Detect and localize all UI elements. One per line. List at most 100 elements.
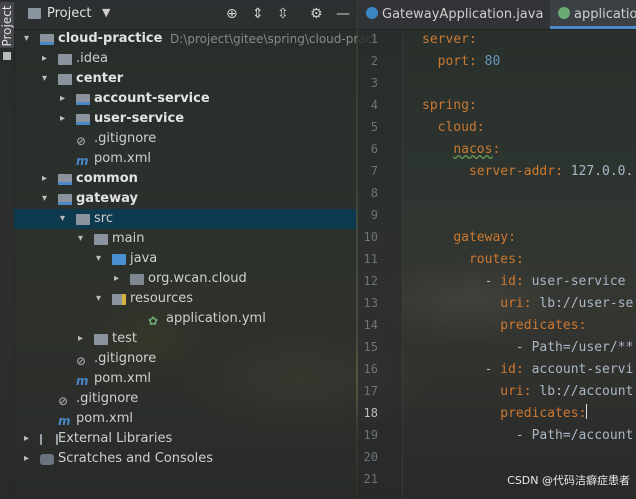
code-line: server: xyxy=(422,32,477,47)
line-number: 4 xyxy=(370,98,378,112)
folder-icon xyxy=(76,214,90,225)
line-number: 1 xyxy=(370,32,378,46)
tree-item[interactable]: ✿ application.yml xyxy=(14,309,356,329)
module-folder-icon xyxy=(76,94,90,105)
chevron-down-icon[interactable]: ▾ xyxy=(96,249,106,269)
code-line: port: 80 xyxy=(437,54,501,69)
tree-item[interactable]: ▾ center xyxy=(14,69,356,89)
chevron-down-icon[interactable]: ▾ xyxy=(42,69,52,89)
chevron-right-icon[interactable]: ▸ xyxy=(24,429,34,449)
structure-icon[interactable] xyxy=(3,52,11,60)
libraries-icon xyxy=(40,434,58,445)
code-line: - id: account-servi xyxy=(422,362,634,377)
folder-icon xyxy=(28,8,41,19)
maven-file-icon: m xyxy=(76,374,89,388)
tree-item[interactable]: ⊘ .gitignore xyxy=(14,349,356,369)
tree-item[interactable]: ▾ resources xyxy=(14,289,356,309)
minimize-icon[interactable]: — xyxy=(336,6,350,22)
tree-item[interactable]: ▾ main xyxy=(14,229,356,249)
line-number: 11 xyxy=(363,252,378,266)
tree-item[interactable]: ▸ common xyxy=(14,169,356,189)
code-line: server-addr: 127.0.0. xyxy=(468,164,634,179)
line-number: 20 xyxy=(363,450,378,464)
tree-item-label: resources xyxy=(130,291,194,306)
tree-item-label: cloud-practice xyxy=(58,31,163,46)
code-line: - id: user-service xyxy=(422,274,626,289)
gitignore-file-icon: ⊘ xyxy=(76,354,87,368)
tree-item[interactable]: ⊘ .gitignore xyxy=(14,129,356,149)
code-line: cloud: xyxy=(437,120,485,135)
line-number: 6 xyxy=(370,142,378,156)
chevron-down-icon[interactable]: ▾ xyxy=(42,189,52,209)
line-number: 9 xyxy=(370,208,378,222)
editor-panel: GatewayApplication.java× application 123… xyxy=(358,0,636,499)
line-number: 13 xyxy=(363,296,378,310)
line-number: 10 xyxy=(363,230,378,244)
tree-item[interactable]: ▾ java xyxy=(14,249,356,269)
tree-item[interactable]: ▸ account-service xyxy=(14,89,356,109)
chevron-right-icon[interactable]: ▸ xyxy=(60,89,70,109)
line-number: 7 xyxy=(370,164,378,178)
tree-item-label: .gitignore xyxy=(94,131,157,146)
module-folder-icon xyxy=(58,194,72,205)
tree-item-label: center xyxy=(76,71,124,86)
tree-item[interactable]: ▸ .idea xyxy=(14,49,356,69)
chevron-down-icon[interactable]: ▾ xyxy=(96,289,106,309)
tree-item[interactable]: ▸ org.wcan.cloud xyxy=(14,269,356,289)
code-line: - Path=/user/** xyxy=(515,340,634,355)
tree-item[interactable]: ▸ test xyxy=(14,329,356,349)
chevron-down-icon[interactable]: ▾ xyxy=(60,209,70,229)
code-line: routes: xyxy=(468,252,524,267)
tree-item[interactable]: ▸ Scratches and Consoles xyxy=(14,449,356,469)
yaml-file-icon: ✿ xyxy=(148,314,159,328)
code-area[interactable]: server: port: 80 spring: cloud: nacos: se… xyxy=(422,29,636,499)
chevron-right-icon[interactable]: ▸ xyxy=(24,449,34,469)
tree-item[interactable]: ▾ cloud-practice D:\project\gitee\spring\c… xyxy=(14,29,377,49)
chevron-right-icon[interactable]: ▸ xyxy=(60,109,70,129)
line-number: 18 xyxy=(363,406,378,420)
tree-item[interactable]: m pom.xml xyxy=(14,409,356,429)
tree-item[interactable]: ▸ user-service xyxy=(14,109,356,129)
class-icon xyxy=(366,7,378,19)
tree-item-label: .gitignore xyxy=(76,391,139,406)
tree-item[interactable]: ▸ External Libraries xyxy=(14,429,356,449)
expand-all-icon[interactable]: ⇕ xyxy=(252,6,264,22)
tree-item-label: application.yml xyxy=(166,311,266,326)
source-folder-icon xyxy=(112,254,126,265)
code-line: uri: lb://account xyxy=(500,384,634,399)
tree-item[interactable]: ⊘ .gitignore xyxy=(14,389,356,409)
tab-gateway-application[interactable]: GatewayApplication.java× xyxy=(358,0,560,29)
chevron-right-icon[interactable]: ▸ xyxy=(78,329,88,349)
tree-item-label: Scratches and Consoles xyxy=(58,451,214,466)
gitignore-file-icon: ⊘ xyxy=(58,394,69,408)
project-panel-header: Project ▼ ⊕ ⇕ ⇳ ⚙ — xyxy=(14,0,356,30)
text-caret xyxy=(586,404,588,419)
maven-file-icon: m xyxy=(58,414,71,428)
tree-item-label: common xyxy=(76,171,138,186)
chevron-down-icon[interactable]: ▼ xyxy=(102,6,110,19)
code-line: spring: xyxy=(422,98,477,113)
collapse-all-icon[interactable]: ⇳ xyxy=(277,6,289,22)
chevron-down-icon[interactable]: ▾ xyxy=(78,229,88,249)
tree-item-label: main xyxy=(112,231,145,246)
tab-label: application xyxy=(574,7,636,22)
project-path: D:\project\gitee\spring\cloud-pract xyxy=(170,32,377,46)
resources-folder-icon xyxy=(112,294,126,305)
tree-item[interactable]: ▾ src xyxy=(14,209,356,229)
line-number: 12 xyxy=(363,274,378,288)
tree-item[interactable]: m pom.xml xyxy=(14,369,356,389)
project-tool-tab[interactable]: Project xyxy=(0,2,14,48)
chevron-right-icon[interactable]: ▸ xyxy=(114,269,124,289)
gitignore-file-icon: ⊘ xyxy=(76,134,87,148)
chevron-down-icon[interactable]: ▾ xyxy=(24,29,34,49)
project-tool-tab-label: Project xyxy=(0,5,14,47)
chevron-right-icon[interactable]: ▸ xyxy=(42,49,52,69)
project-panel-title[interactable]: Project xyxy=(47,6,91,21)
tree-item[interactable]: m pom.xml xyxy=(14,149,356,169)
tree-item[interactable]: ▾ gateway xyxy=(14,189,356,209)
chevron-right-icon[interactable]: ▸ xyxy=(42,169,52,189)
locate-icon[interactable]: ⊕ xyxy=(226,6,238,22)
tab-application-yml[interactable]: application xyxy=(550,0,636,29)
gear-icon[interactable]: ⚙ xyxy=(310,6,323,22)
tool-window-strip: Project xyxy=(0,0,15,499)
